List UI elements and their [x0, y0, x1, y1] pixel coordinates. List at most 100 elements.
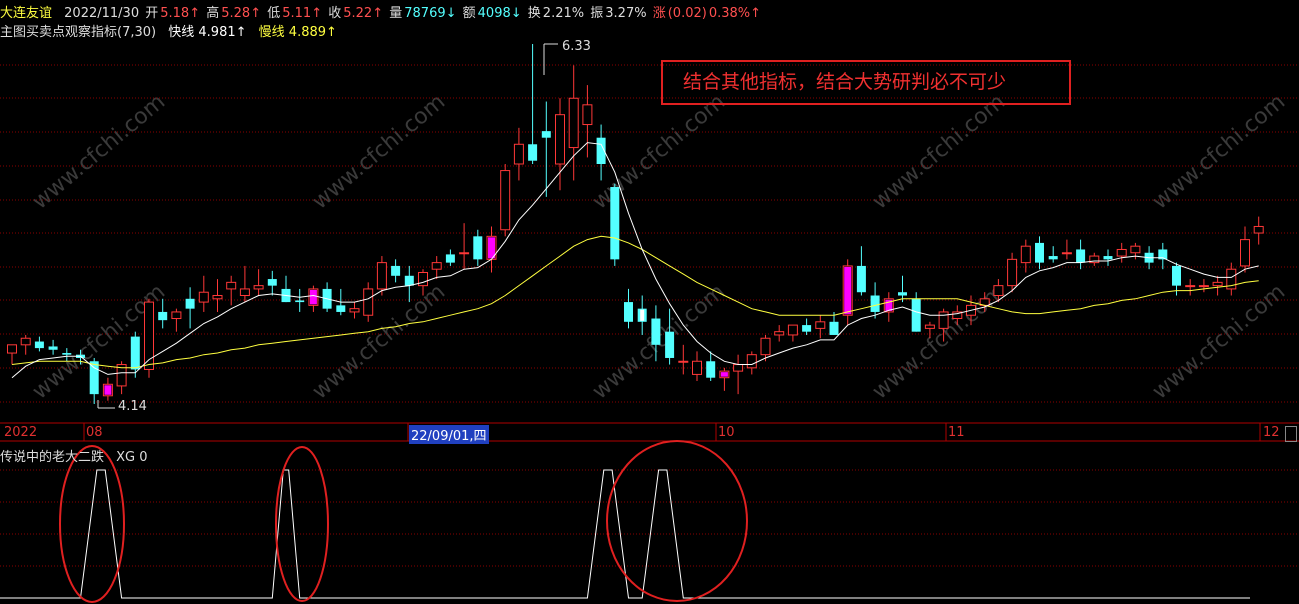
candle	[637, 295, 647, 335]
candle-body	[1103, 256, 1113, 260]
candle	[1253, 216, 1264, 245]
candle	[870, 282, 880, 319]
candle-body	[1007, 258, 1018, 287]
candle-body	[1172, 265, 1181, 286]
candle-body	[376, 262, 387, 290]
candle	[20, 334, 31, 355]
candle	[1158, 242, 1168, 270]
candle	[500, 164, 511, 237]
candle-body	[582, 104, 593, 126]
candle-body	[336, 305, 346, 312]
candle-body	[1020, 245, 1031, 264]
annotation-box: 结合其他指标，结合大势研判必不可少	[661, 60, 1071, 105]
candle	[7, 344, 17, 365]
candle	[1048, 246, 1058, 263]
candle	[212, 279, 223, 312]
candle-body	[746, 354, 757, 369]
candle-body	[993, 285, 1004, 297]
candle	[171, 308, 182, 332]
axis-scroll-button[interactable]	[1285, 426, 1297, 442]
candle	[295, 288, 305, 312]
candle-body	[130, 336, 140, 370]
watermark-text: www.cfchi.com	[868, 89, 1010, 214]
candle	[842, 259, 853, 326]
candle-body	[34, 341, 44, 349]
date-label-08: 08	[86, 425, 103, 440]
candle-body	[1240, 239, 1250, 267]
candle	[253, 269, 264, 296]
candle-body	[48, 346, 58, 350]
highlight-circle-3	[606, 440, 748, 602]
candle-body	[7, 344, 17, 354]
candle	[226, 275, 237, 306]
candle-body	[295, 300, 305, 303]
candle-body	[185, 298, 195, 309]
candle-body	[1076, 249, 1086, 263]
candle-body	[1048, 256, 1058, 260]
candle	[856, 246, 866, 296]
sub-indicator-name[interactable]: 传说中的老大二跌	[0, 450, 104, 465]
candle-body	[418, 271, 428, 287]
candle-body	[500, 170, 511, 231]
candle-body	[856, 265, 866, 293]
date-label-selected[interactable]: 22/09/01,四	[409, 425, 489, 444]
date-label-2022: 2022	[4, 425, 38, 440]
candle-body	[774, 331, 785, 336]
candle-body	[829, 321, 839, 335]
candle	[1076, 239, 1086, 270]
candle	[568, 65, 579, 181]
candle	[102, 377, 113, 401]
candle-body	[391, 265, 401, 276]
candle-body	[212, 295, 223, 300]
candle	[308, 285, 319, 312]
candle	[1226, 262, 1237, 296]
candle	[1198, 279, 1209, 293]
candle	[528, 44, 538, 164]
candle-body	[473, 236, 483, 260]
candle-body	[870, 295, 880, 312]
candle-body	[431, 262, 442, 270]
candle-body	[665, 331, 675, 358]
candle	[513, 127, 524, 181]
watermark-text: www.cfchi.com	[1148, 279, 1290, 404]
candle	[48, 339, 58, 355]
highlight-circle-1	[59, 445, 125, 603]
candle-body	[158, 311, 168, 321]
candle-body	[1116, 248, 1127, 257]
candle-body	[1185, 285, 1196, 288]
candle-body	[459, 252, 470, 255]
watermark-text: www.cfchi.com	[308, 89, 450, 214]
candle	[678, 344, 689, 375]
candle	[1061, 239, 1072, 260]
candle-body	[363, 288, 374, 316]
price-chart[interactable]: www.cfchi.com www.cfchi.com www.cfchi.com w…	[0, 0, 1299, 604]
candle-body	[267, 279, 277, 286]
candle-body	[226, 281, 237, 290]
candle-body	[1035, 242, 1044, 263]
candle	[459, 223, 470, 270]
candle-body	[1130, 245, 1141, 254]
candle-body	[911, 298, 921, 332]
candle-body	[610, 187, 620, 260]
candle	[267, 270, 277, 296]
candle-body	[528, 144, 538, 161]
candle	[198, 275, 209, 312]
candle	[130, 331, 140, 378]
candle	[116, 361, 127, 395]
candle	[774, 325, 785, 342]
candle	[1212, 275, 1223, 296]
candle-body	[678, 360, 689, 363]
date-label-11: 11	[948, 425, 965, 440]
sub-indicator-header: 传说中的老大二跌 XG 0	[0, 446, 148, 465]
watermark-text: www.cfchi.com	[28, 89, 170, 214]
candle-body	[239, 288, 250, 297]
signal-fill	[309, 289, 317, 305]
date-label-10: 10	[718, 425, 735, 440]
max-price-label: 6.33	[562, 39, 591, 54]
candle	[349, 302, 360, 319]
candle-body	[651, 318, 661, 345]
candle-body	[1253, 225, 1264, 234]
min-price-label: 4.14	[118, 399, 147, 414]
candle-body	[404, 275, 414, 286]
candle	[473, 229, 483, 266]
